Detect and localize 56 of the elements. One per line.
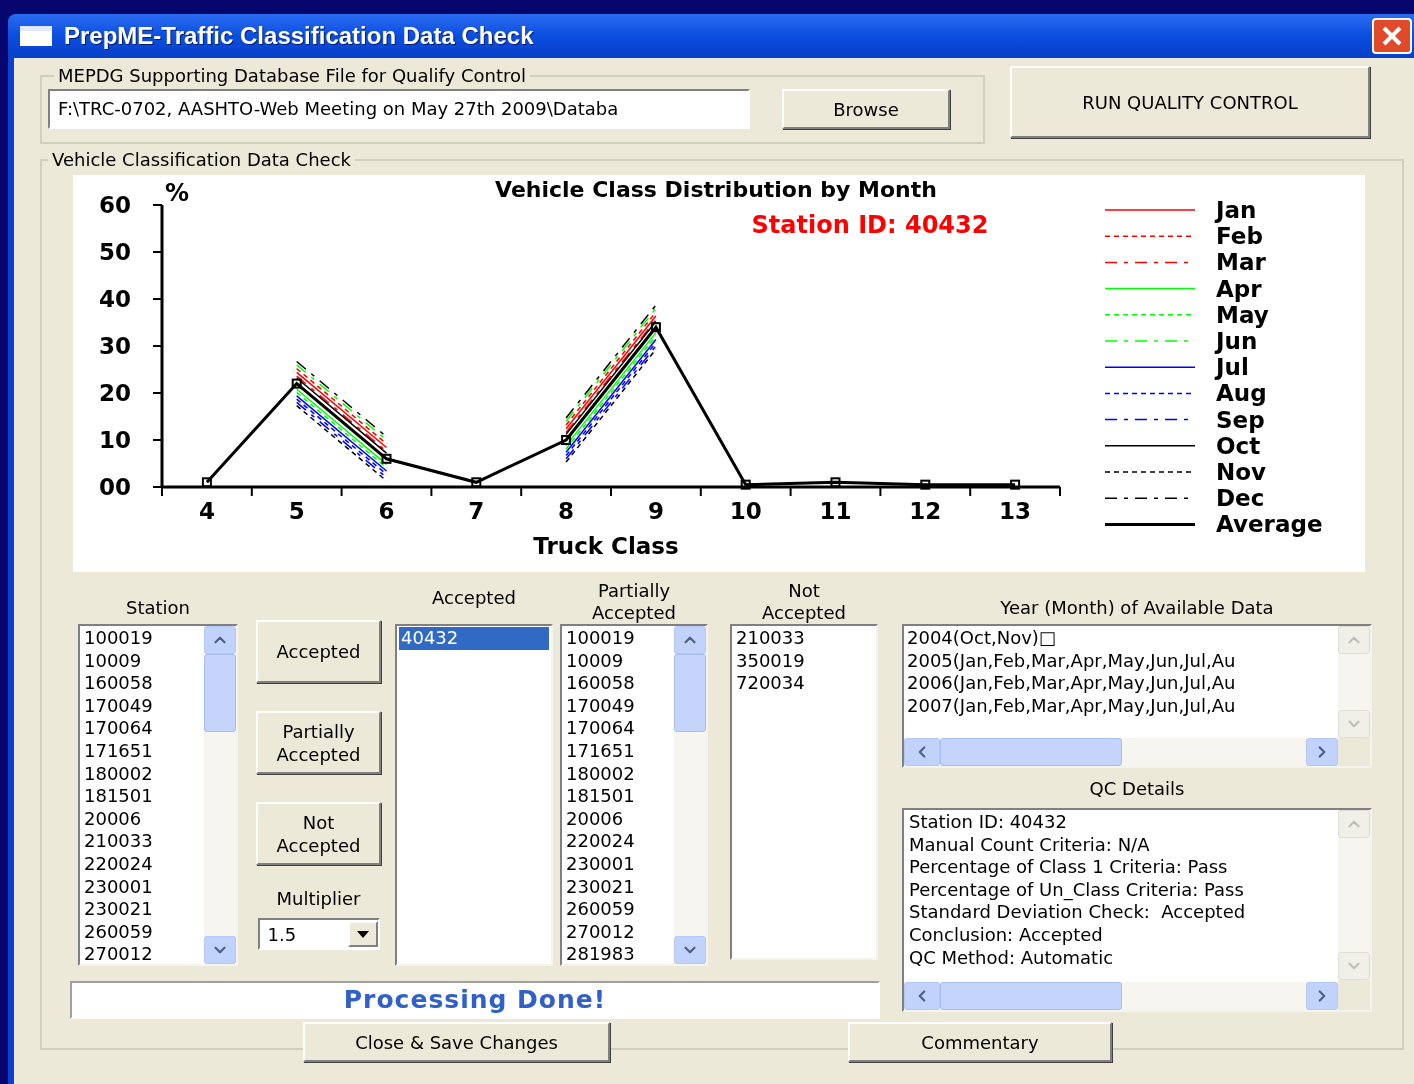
legend-label: Oct [1216, 432, 1261, 459]
data-line: 2005(Jan,Feb,Mar,Apr,May,Jun,Jul,Au [907, 649, 1236, 673]
panel-label: QC Details [1089, 776, 1185, 801]
legend-label: Sep [1216, 406, 1265, 433]
qc-detail-line: Conclusion: Accepted [909, 923, 1103, 947]
y-tick-label: 40 [99, 286, 131, 312]
window-title: PrepME-Traffic Classification Data Check [64, 21, 534, 51]
y-tick-label: 10 [99, 427, 131, 453]
data-line: 2004(Oct,Nov)□ [907, 627, 1056, 650]
x-tick-label: 4 [198, 498, 215, 524]
panel-label: Year (Month) of Available Data [1000, 597, 1274, 619]
x-axis-label: Truck Class [533, 533, 679, 559]
qc-detail-line: Percentage of Class 1 Criteria: Pass [909, 856, 1228, 879]
x-tick-label: 13 [999, 498, 1032, 524]
column-label: Station [126, 597, 190, 619]
x-tick-label: 9 [647, 498, 664, 524]
legend-label: Aug [1216, 380, 1267, 407]
y-tick-label: 50 [99, 239, 131, 265]
legend-label: Dec [1216, 485, 1265, 512]
qc-detail-line: Percentage of Un_Class Criteria: Pass [909, 878, 1244, 902]
legend-label: Feb [1216, 223, 1263, 250]
qc-detail-line: Manual Count Criteria: N/A [909, 833, 1150, 857]
chart-title: Vehicle Class Distribution by Month [495, 177, 937, 202]
x-tick-label: 12 [909, 498, 942, 524]
legend-label: Jun [1216, 328, 1258, 354]
group-label: Vehicle Classification Data Check [51, 148, 352, 172]
legend-label: Apr [1216, 275, 1262, 302]
x-tick-label: 6 [378, 498, 395, 524]
y-axis-label: % [165, 179, 190, 207]
legend-label: Jan [1216, 197, 1257, 223]
y-tick-label: 30 [99, 333, 131, 359]
qc-detail-line: Standard Deviation Check: Accepted [909, 901, 1246, 924]
multiplier-label: Multiplier [276, 887, 361, 911]
qc-detail-line: Station ID: 40432 [909, 811, 1067, 834]
column-label: Accepted [432, 587, 516, 609]
group-label: MEPDG Supporting Database File for Qualify Control [57, 64, 527, 88]
legend-label: Average [1216, 511, 1323, 538]
column-label: Partially Accepted [591, 580, 677, 624]
status-message: Processing Done! [343, 984, 607, 1017]
legend-label: Mar [1216, 249, 1266, 276]
x-tick-label: 7 [468, 498, 485, 524]
legend-label: Jul [1216, 354, 1249, 381]
x-tick-label: 11 [819, 498, 852, 524]
x-tick-label: 5 [288, 498, 305, 524]
qc-detail-line: QC Method: Automatic [909, 946, 1114, 970]
y-tick-label: 00 [99, 474, 131, 500]
legend-label: Nov [1216, 459, 1267, 485]
x-tick-label: 8 [558, 498, 575, 524]
legend-label: May [1216, 301, 1269, 328]
y-tick-label: 60 [99, 192, 131, 218]
y-tick-label: 20 [99, 380, 131, 406]
data-line: 2007(Jan,Feb,Mar,Apr,May,Jun,Jul,Au [907, 694, 1236, 718]
station-annotation: Station ID: 40432 [751, 211, 989, 239]
x-tick-label: 10 [729, 498, 762, 524]
data-line: 2006(Jan,Feb,Mar,Apr,May,Jun,Jul,Au [907, 672, 1236, 695]
column-label: Not Accepted [761, 580, 847, 624]
